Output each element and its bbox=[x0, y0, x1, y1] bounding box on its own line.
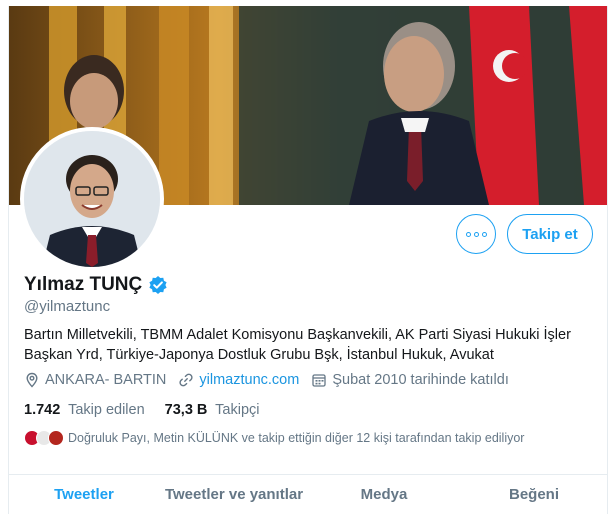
joined-text: Şubat 2010 tarihinde katıldı bbox=[332, 372, 509, 388]
followers-count: 73,3 B bbox=[164, 402, 208, 418]
profile-tabs: Tweetler Tweetler ve yanıtlar Medya Beğe… bbox=[9, 474, 607, 514]
tab-tweets-and-replies[interactable]: Tweetler ve yanıtlar bbox=[159, 475, 309, 514]
following-label: Takip edilen bbox=[68, 402, 145, 418]
location-pin-icon bbox=[26, 372, 38, 388]
profile-avatar[interactable] bbox=[20, 127, 164, 271]
profile-meta: ANKARA- BARTIN yilmaztunc.com Şubat 2010… bbox=[24, 372, 521, 388]
calendar-icon bbox=[312, 374, 326, 387]
website-link[interactable]: yilmaztunc.com bbox=[199, 372, 299, 388]
mutual-avatar bbox=[48, 430, 64, 446]
name-row: Yılmaz TUNÇ bbox=[24, 274, 168, 296]
following-count-link[interactable]: 1.742 Takip edilen bbox=[24, 402, 145, 418]
location-text: ANKARA- BARTIN bbox=[45, 372, 167, 388]
location-item: ANKARA- BARTIN bbox=[24, 372, 166, 388]
followers-count-link[interactable]: 73,3 B Takipçi bbox=[165, 402, 260, 418]
display-name[interactable]: Yılmaz TUNÇ bbox=[24, 274, 142, 296]
more-options-button[interactable] bbox=[456, 214, 496, 254]
more-dots-icon bbox=[465, 231, 487, 237]
tab-tweets[interactable]: Tweetler bbox=[9, 475, 159, 514]
followers-label: Takipçi bbox=[215, 402, 260, 418]
followers-you-know[interactable]: Doğruluk Payı, Metin KÜLÜNK ve takip ett… bbox=[24, 430, 524, 446]
joined-item: Şubat 2010 tarihinde katıldı bbox=[311, 372, 509, 388]
followers-you-know-text: Doğruluk Payı, Metin KÜLÜNK ve takip ett… bbox=[68, 431, 525, 445]
follow-button[interactable]: Takip et bbox=[507, 214, 593, 254]
tab-likes[interactable]: Beğeni bbox=[459, 475, 607, 514]
tab-media[interactable]: Medya bbox=[309, 475, 459, 514]
follow-counts: 1.742 Takip edilen 73,3 B Takipçi bbox=[24, 402, 280, 418]
verified-badge-icon bbox=[148, 275, 168, 295]
profile-handle: @yilmaztunc bbox=[24, 298, 111, 315]
link-icon bbox=[179, 373, 194, 387]
profile-bio: Bartın Milletvekili, TBMM Adalet Komisyo… bbox=[24, 327, 571, 363]
profile-card: Takip et Yılmaz TUNÇ @yilmaztunc Bartın … bbox=[8, 6, 608, 514]
following-count: 1.742 bbox=[24, 402, 61, 418]
mutual-avatars bbox=[24, 430, 64, 446]
website-item: yilmaztunc.com bbox=[178, 372, 299, 388]
